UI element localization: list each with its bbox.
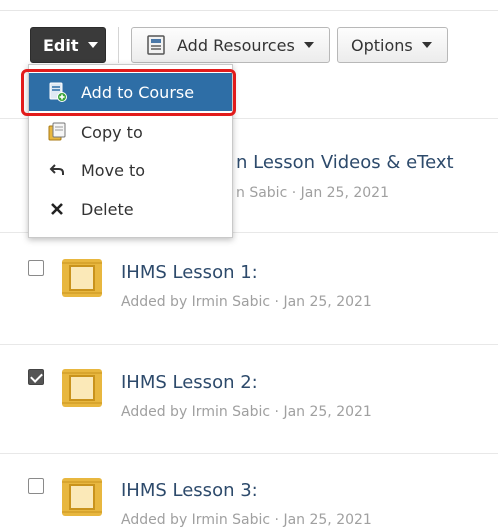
chevron-down-icon — [87, 42, 98, 48]
row-meta: n Sabic · Jan 25, 2021 — [236, 185, 389, 201]
row-meta: Added by Irmin Sabic · Jan 25, 2021 — [121, 294, 372, 310]
row-title-link[interactable]: IHMS Lesson 2: — [121, 372, 258, 393]
row-divider — [0, 453, 498, 454]
move-arrow-icon — [47, 160, 67, 180]
options-label: Options — [351, 35, 413, 55]
menu-item-add-to-course[interactable]: Add to Course — [29, 73, 232, 111]
menu-item-copy-to[interactable]: Copy to — [29, 113, 232, 151]
add-resources-button[interactable]: Add Resources — [131, 27, 330, 63]
row-divider — [0, 344, 498, 345]
edit-dropdown-menu: Add to Course Copy to Move to Delete — [28, 64, 233, 238]
chevron-down-icon — [303, 42, 314, 48]
add-to-course-icon — [47, 82, 67, 102]
menu-item-label: Copy to — [81, 122, 143, 142]
delete-x-icon — [47, 199, 67, 219]
copy-icon — [47, 122, 67, 142]
folder-icon — [58, 474, 106, 520]
chevron-down-icon — [421, 42, 432, 48]
menu-item-label: Move to — [81, 160, 146, 180]
folder-icon — [58, 255, 106, 301]
row-meta: Added by Irmin Sabic · Jan 25, 2021 — [121, 404, 372, 420]
menu-item-label: Delete — [81, 199, 134, 219]
row-title-link[interactable]: IHMS Lesson 3: — [121, 480, 258, 501]
row-checkbox-checked[interactable] — [28, 369, 44, 385]
row-meta: Added by Irmin Sabic · Jan 25, 2021 — [121, 512, 372, 528]
row-checkbox[interactable] — [28, 478, 44, 494]
row-checkbox[interactable] — [28, 260, 44, 276]
add-resources-label: Add Resources — [177, 35, 295, 55]
resources-icon — [145, 34, 167, 56]
options-button[interactable]: Options — [337, 27, 448, 63]
edit-button-label: Edit — [43, 35, 79, 55]
toolbar-separator — [118, 27, 119, 63]
menu-item-move-to[interactable]: Move to — [29, 151, 232, 189]
folder-icon — [58, 365, 106, 411]
row-title-link[interactable]: IHMS Lesson 1: — [121, 262, 258, 283]
menu-item-label: Add to Course — [81, 82, 195, 102]
top-divider — [0, 10, 498, 11]
edit-dropdown-button[interactable]: Edit — [30, 27, 106, 63]
menu-item-delete[interactable]: Delete — [29, 190, 232, 228]
row-title-link[interactable]: n Lesson Videos & eText — [236, 152, 454, 173]
